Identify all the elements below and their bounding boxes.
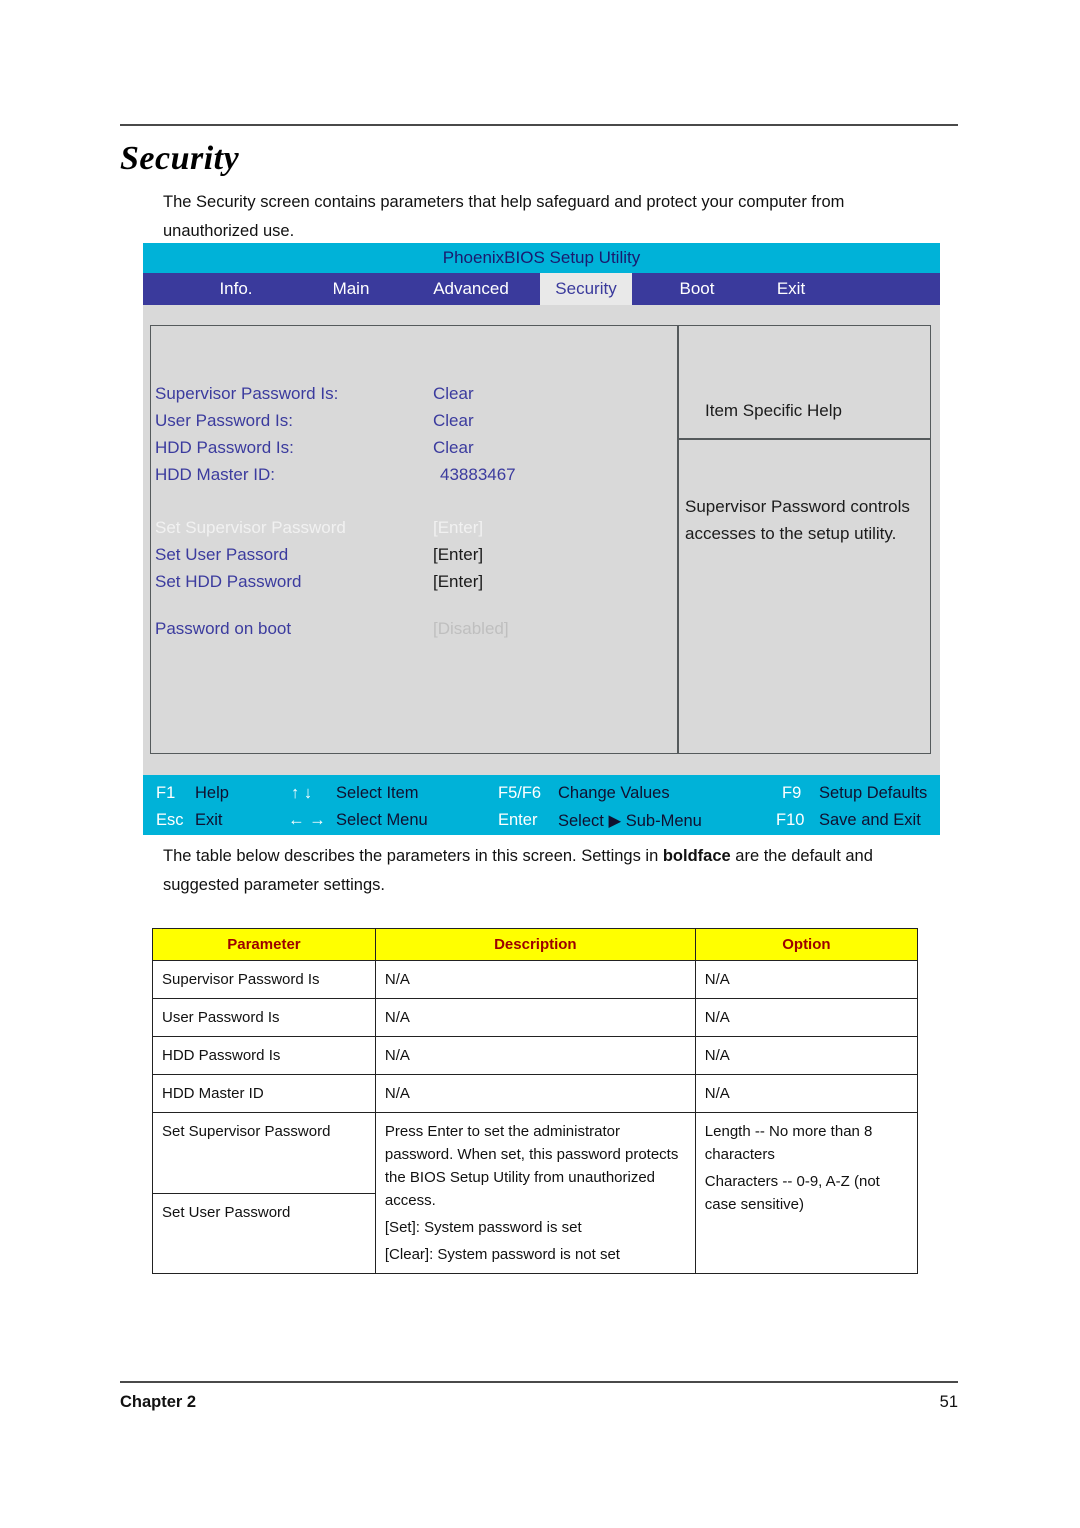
cell-parameter: User Password Is	[152, 998, 376, 1037]
setting-value: Clear	[433, 411, 474, 430]
bios-title-bar: PhoenixBIOS Setup Utility	[143, 243, 940, 273]
parameter-table: Parameter Description Option Supervisor …	[152, 928, 919, 1274]
cell-description: N/A	[374, 1074, 696, 1113]
column-header-description: Description	[374, 928, 696, 961]
bios-panel-divider	[677, 325, 679, 754]
setting-value: 43883467	[440, 465, 516, 484]
table-row-merged-top: Set Supervisor Password Press Enter to s…	[152, 1112, 919, 1274]
description-line: Press Enter to set the administrator pas…	[384, 1123, 679, 1209]
item-specific-help-text: Supervisor Password controls accesses to…	[685, 497, 910, 543]
chapter-label: Chapter 2	[120, 1393, 197, 1411]
cell-parameter: Supervisor Password Is	[152, 960, 376, 999]
page-title: Security	[120, 140, 240, 177]
setting-label: Set Supervisor Password	[155, 518, 346, 537]
tab-boot[interactable]: Boot	[654, 273, 740, 305]
bios-setup-window: PhoenixBIOS Setup Utility Info. Main Adv…	[143, 243, 940, 835]
bios-menu-bar: Info. Main Advanced Security Boot Exit	[143, 273, 940, 305]
cell-description: N/A	[374, 960, 696, 999]
item-specific-help-title: Item Specific Help	[705, 401, 842, 420]
setting-label: HDD Password Is:	[155, 438, 294, 457]
key-updown[interactable]: ↑ ↓	[291, 784, 312, 803]
setting-value: Clear	[433, 438, 474, 457]
table-intro-paragraph: The table below describes the parameters…	[163, 842, 933, 900]
cell-option-merged: Length -- No more than 8 characters Char…	[694, 1112, 919, 1274]
setting-value: Clear	[433, 384, 474, 403]
header-rule	[120, 124, 958, 126]
cell-option: N/A	[694, 998, 919, 1037]
table-header-row: Parameter Description Option	[152, 928, 919, 961]
key-leftright-desc: Select Menu	[336, 811, 428, 829]
cell-parameter-set-supervisor-password: Set Supervisor Password	[152, 1112, 376, 1194]
intro-paragraph: The Security screen contains parameters …	[163, 193, 845, 240]
key-f1-desc: Help	[195, 784, 229, 802]
cell-parameter: HDD Master ID	[152, 1074, 376, 1113]
column-header-option: Option	[694, 928, 919, 961]
tab-info[interactable]: Info.	[193, 273, 279, 305]
key-f5f6[interactable]: F5/F6	[498, 784, 541, 803]
tab-security[interactable]: Security	[540, 273, 632, 305]
footer-rule	[120, 1381, 958, 1383]
cell-option: N/A	[694, 960, 919, 999]
table-row: User Password Is N/A N/A	[152, 998, 919, 1037]
table-row: HDD Password Is N/A N/A	[152, 1036, 919, 1075]
key-f10-desc: Save and Exit	[819, 811, 921, 829]
cell-description-merged: Press Enter to set the administrator pas…	[374, 1112, 696, 1274]
key-f1[interactable]: F1	[156, 784, 175, 803]
key-f9-desc: Setup Defaults	[819, 784, 928, 802]
note-bold: boldface	[662, 847, 731, 865]
key-enter-desc: Select ▶ Sub-Menu	[558, 812, 702, 830]
cell-description: N/A	[374, 998, 696, 1037]
key-esc-desc: Exit	[195, 811, 223, 829]
table-row: HDD Master ID N/A N/A	[152, 1074, 919, 1113]
help-title-rule	[678, 438, 931, 440]
tab-main[interactable]: Main	[308, 273, 394, 305]
note-part-1: The table below describes the parameters…	[163, 847, 663, 865]
tab-advanced[interactable]: Advanced	[406, 273, 536, 305]
setting-value: [Enter]	[433, 572, 484, 591]
setting-value: [Enter]	[433, 518, 484, 537]
cell-option: N/A	[694, 1074, 919, 1113]
setting-label: HDD Master ID:	[155, 465, 275, 484]
cell-parameter-set-user-password: Set User Password	[152, 1192, 376, 1274]
cell-parameter: HDD Password Is	[152, 1036, 376, 1075]
bios-key-legend: F1 Help ↑ ↓ Select Item F5/F6 Change Val…	[143, 775, 940, 835]
option-line: Length -- No more than 8 characters	[704, 1123, 873, 1163]
key-esc[interactable]: Esc	[156, 811, 184, 830]
description-line: [Clear]: System password is not set	[384, 1246, 620, 1263]
setting-value: [Enter]	[433, 545, 484, 564]
tab-exit[interactable]: Exit	[753, 273, 829, 305]
column-header-parameter: Parameter	[152, 928, 376, 961]
setting-value: [Disabled]	[433, 619, 509, 638]
setting-label: User Password Is:	[155, 411, 293, 430]
cell-option: N/A	[694, 1036, 919, 1075]
option-line: Characters -- 0-9, A-Z (not case sensiti…	[704, 1173, 880, 1213]
cell-description: N/A	[374, 1036, 696, 1075]
setting-label: Set User Passord	[155, 545, 289, 564]
page-number: 51	[939, 1393, 958, 1411]
setting-label: Set HDD Password	[155, 572, 302, 591]
key-f9[interactable]: F9	[782, 784, 801, 803]
description-line: [Set]: System password is set	[384, 1219, 582, 1236]
key-leftright[interactable]: ← →	[288, 811, 326, 830]
key-f5f6-desc: Change Values	[558, 784, 670, 802]
setting-label: Supervisor Password Is:	[155, 384, 339, 403]
key-enter[interactable]: Enter	[498, 811, 537, 830]
key-updown-desc: Select Item	[336, 784, 419, 802]
bios-body: Item Specific Help Supervisor Password c…	[143, 305, 940, 772]
setting-label: Password on boot	[155, 619, 292, 638]
key-f10[interactable]: F10	[776, 811, 804, 830]
table-row: Supervisor Password Is N/A N/A	[152, 960, 919, 999]
